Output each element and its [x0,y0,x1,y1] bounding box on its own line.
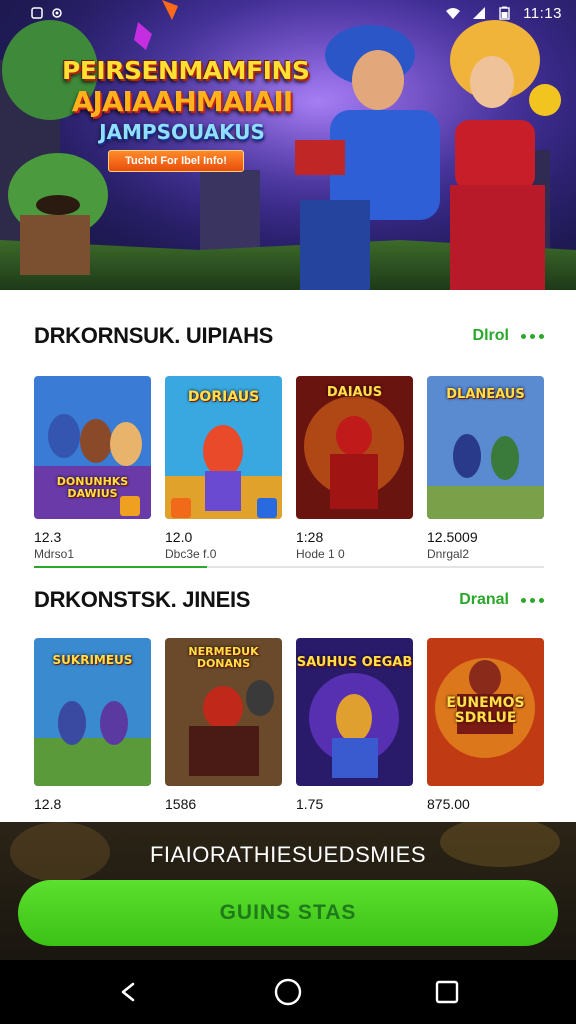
game-card[interactable]: EUNEMOS SDRLUE 875.00 [427,638,544,823]
game-thumbnail[interactable]: SAUHUS OEGAB [296,638,413,786]
status-time: 11:13 [523,4,562,22]
hero-title-line3: JAMPSOUAKUS [99,120,265,144]
game-art-label: DAIAUS [326,385,383,400]
hero-title-line2: AJAIAAHMAIAII [71,85,293,118]
hero-artwork [0,0,576,290]
section-progress-fill [34,566,208,568]
game-card-number: 12.0 [165,529,193,545]
game-card[interactable]: DONUNHKS DAWIUS 12.3 Mdrso1 [34,376,151,561]
game-card[interactable]: SAUHUS OEGAB 1.75 [296,638,413,823]
cta-button[interactable]: GUINS STAS [18,880,558,946]
game-art-label: SAUHUS OEGAB [296,655,413,670]
bottom-promo-panel: FIAIORATHIESUEDSMIES GUINS STAS [0,822,576,960]
hero-info-button[interactable]: Tuchd For Ibel Info! [108,150,244,172]
hero-title-line1: PEIRSENMAMFINS [62,56,310,85]
game-thumbnail[interactable]: SUKRIMEUS [34,638,151,786]
recents-icon[interactable] [427,972,467,1012]
signal-icon [473,7,486,19]
game-card[interactable]: DLANEAUS 12.5009 Dnrgal2 [427,376,544,561]
game-card[interactable]: NERMEDUK DONANS 1586 [165,638,282,823]
game-card-sub: Hode 1 0 [296,547,345,561]
game-card[interactable]: SUKRIMEUS 12.8 [34,638,151,823]
more-dots-icon[interactable] [521,333,544,339]
game-art-label: SUKRIMEUS [52,653,133,667]
hero-banner[interactable]: PEIRSENMAMFINS AJAIAAHMAIAII JAMPSOUAKUS… [0,0,576,290]
app-icon [31,7,43,19]
status-right: 11:13 [445,5,562,22]
game-art-label: EUNEMOS SDRLUE [446,695,525,726]
status-bar: 11:13 [0,0,576,26]
back-icon[interactable] [109,972,149,1012]
section-more-label[interactable]: Dlrol [473,327,509,345]
game-card-number: 12.8 [34,796,62,812]
section-more-link[interactable]: Dranal [459,591,544,609]
game-thumbnail[interactable]: NERMEDUK DONANS [165,638,282,786]
game-card-sub: Mdrso1 [34,547,75,561]
settings-icon [52,8,62,18]
game-card-number: 12.3 [34,529,62,545]
bottom-caption: FIAIORATHIESUEDSMIES [149,842,427,867]
game-card-sub: Dbc3e f.0 [165,547,217,561]
game-art-label: NERMEDUK DONANS [188,645,259,670]
section-header-1: DRKORNSUK. UIPIAHS Dlrol [34,316,544,356]
status-left [30,6,64,20]
game-cards-row-2: SUKRIMEUS 12.8 NERMEDUK DONANS 1586 SAUH… [34,638,546,823]
more-dots-icon[interactable] [521,597,544,603]
game-card-sub: Dnrgal2 [427,547,470,561]
game-card-number: 12.5009 [427,529,478,545]
game-cards-row-1: DONUNHKS DAWIUS 12.3 Mdrso1 DORIAUS 12.0… [34,376,546,561]
game-thumbnail[interactable]: EUNEMOS SDRLUE [427,638,544,786]
section-title: DRKORNSUK. UIPIAHS [34,323,274,348]
section-progress-bar [34,566,544,568]
game-art-label: DORIAUS [187,389,260,405]
game-thumbnail[interactable]: DLANEAUS [427,376,544,519]
game-thumbnail[interactable]: DAIAUS [296,376,413,519]
wifi-icon [446,8,461,19]
game-art-label: DLANEAUS [446,387,525,402]
game-thumbnail[interactable]: DONUNHKS DAWIUS [34,376,151,519]
section-title: DRKONSTSK. JINEIS [34,587,251,612]
home-icon[interactable] [268,972,308,1012]
hero-title: PEIRSENMAMFINS AJAIAAHMAIAII JAMPSOUAKUS [62,56,310,144]
system-nav-bar [0,960,576,1024]
game-card-number: 1:28 [296,529,324,545]
game-card[interactable]: DORIAUS 12.0 Dbc3e f.0 [165,376,282,561]
game-card[interactable]: DAIAUS 1:28 Hode 1 0 [296,376,413,561]
game-thumbnail[interactable]: DORIAUS [165,376,282,519]
battery-icon [499,6,510,20]
game-card-number: 1586 [165,796,197,812]
game-card-number: 1.75 [296,796,324,812]
game-art-label: DONUNHKS DAWIUS [56,475,129,500]
game-card-number: 875.00 [427,796,470,812]
section-header-2: DRKONSTSK. JINEIS Dranal [34,580,544,620]
section-more-label[interactable]: Dranal [459,591,509,609]
section-more-link[interactable]: Dlrol [473,327,544,345]
